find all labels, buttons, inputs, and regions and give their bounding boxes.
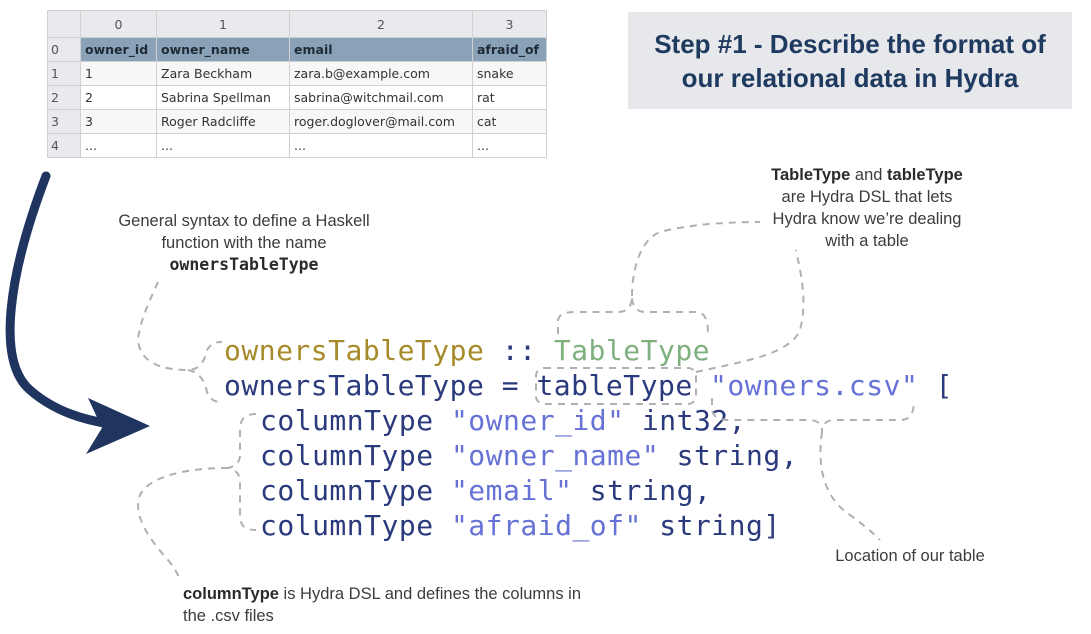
code-type: string] [641,509,781,542]
code-line-column: columnType "owner_id" int32, [260,403,746,438]
row-index: 4 [47,133,81,158]
code-type-name: TableType [553,334,711,367]
code-string: "owners.csv" [710,369,919,402]
column-index: 2 [289,10,473,38]
code-function-name: ownersTableType [224,369,485,402]
code-string: "owner_id" [450,404,625,437]
flow-arrow [5,171,115,429]
note-line: the .csv files [183,607,274,625]
corner-cell [47,10,81,38]
hydra-dsl-note: TableType and tableType are Hydra DSL th… [736,164,998,252]
code-keyword: columnType [260,474,451,507]
table-cell: rat [472,85,547,110]
column-index-row: 0 1 2 3 [47,10,547,38]
code-string: "owner_name" [450,439,660,472]
column-index: 0 [80,10,157,38]
table-cell: Roger Radcliffe [156,109,290,134]
table-cell: Zara Beckham [156,61,290,86]
column-type-note: columnType is Hydra DSL and defines the … [183,583,643,627]
row-index: 0 [47,37,81,62]
haskell-syntax-note: General syntax to define a Haskell funct… [98,210,390,276]
code-line-definition: ownersTableType = tableType "owners.csv"… [224,368,953,403]
note-line: are Hydra DSL that lets [781,188,953,206]
code-line-column: columnType "afraid_of" string] [260,508,781,543]
code-type: string, [572,474,712,507]
step-title-box: Step #1 - Describe the format of our rel… [628,12,1072,109]
table-cell: 2 [80,85,157,110]
step-title: Step #1 - Describe the format of our rel… [654,28,1046,93]
code-keyword: columnType [260,404,451,437]
arrow-head-icon [86,398,150,454]
haskell-brace [136,281,223,403]
table-row: 1 1 Zara Beckham zara.b@example.com snak… [47,61,547,86]
table-cell: sabrina@witchmail.com [289,85,473,110]
code-type-separator: :: [484,334,554,367]
note-function-name: ownersTableType [169,255,319,274]
code-type: string, [659,439,799,472]
note-line: columnType is Hydra DSL and defines the … [183,583,643,605]
code-string: "afraid_of" [450,509,642,542]
row-index: 3 [47,109,81,134]
tabletype-call-connector [695,249,805,373]
table-cell: ... [472,133,547,158]
code-string: "email" [450,474,573,507]
columntype-brace [227,413,257,531]
note-bold: columnType [183,585,279,603]
table-cell: owner_name [156,37,290,62]
table-cell: 3 [80,109,157,134]
table-cell: owner_id [80,37,157,62]
tabletype-brace [557,295,709,335]
note-line: function with the name [161,234,327,252]
table-row: 0 owner_id owner_name email afraid_of [47,37,547,62]
code-line-column: columnType "email" string, [260,473,711,508]
owners-data-table: 0 1 2 3 0 owner_id owner_name email afra… [47,10,547,158]
table-cell: Sabrina Spellman [156,85,290,110]
table-cell: 1 [80,61,157,86]
column-index: 1 [156,10,290,38]
table-cell: ... [289,133,473,158]
location-note: Location of our table [835,547,985,565]
table-cell: ... [156,133,290,158]
row-index: 1 [47,61,81,86]
code-equals: = [484,369,537,402]
note-text: and [850,166,888,184]
code-type: int32, [624,404,747,437]
table-row: 4 ... ... ... ... [47,133,547,158]
table-cell: snake [472,61,547,86]
table-cell: email [289,37,473,62]
table-cell: ... [80,133,157,158]
code-keyword: columnType [260,509,451,542]
table-row: 3 3 Roger Radcliffe roger.doglover@mail.… [47,109,547,134]
csv-connector [819,431,881,541]
note-bold: tableType [887,166,963,184]
table-cell: roger.doglover@mail.com [289,109,473,134]
code-line-column: columnType "owner_name" string, [260,438,798,473]
table-row: 2 2 Sabrina Spellman sabrina@witchmail.c… [47,85,547,110]
code-call: tableType [536,369,693,402]
note-bold: TableType [771,166,851,184]
note-line: with a table [825,232,909,250]
code-keyword: columnType [260,439,451,472]
code-line-signature: ownersTableType :: TableType [224,333,710,368]
table-cell: zara.b@example.com [289,61,473,86]
columntype-connector [137,467,229,581]
note-line: Hydra know we’re dealing [772,210,962,228]
row-index: 2 [47,85,81,110]
table-cell: afraid_of [472,37,547,62]
column-index: 3 [472,10,547,38]
note-line: General syntax to define a Haskell [118,212,370,230]
code-function-name: ownersTableType [224,334,485,367]
table-cell: cat [472,109,547,134]
code-bracket: [ [918,369,954,402]
note-line: TableType and tableType [736,164,998,186]
note-text: is Hydra DSL and defines the columns in [278,585,582,603]
